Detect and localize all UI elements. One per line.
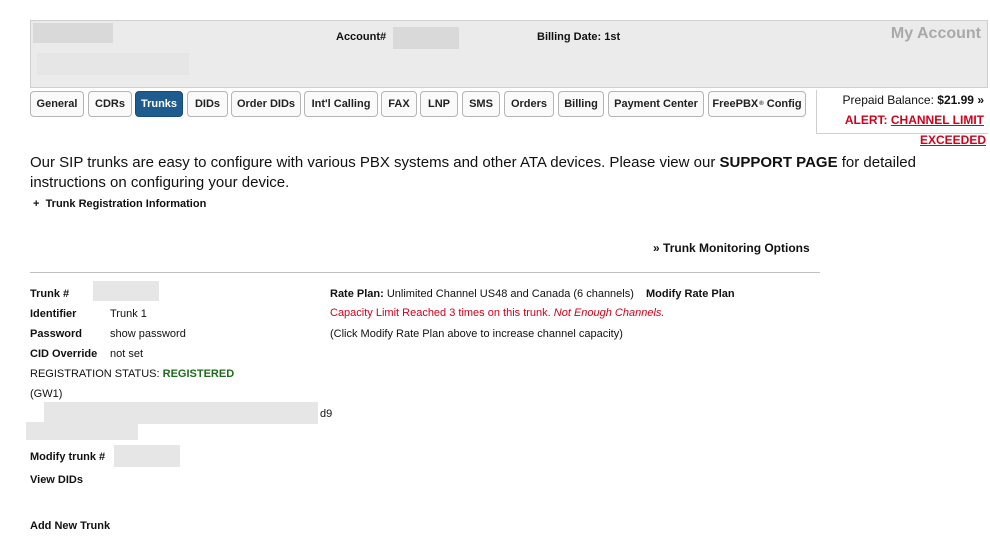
trunk-monitoring-label: Trunk Monitoring Options xyxy=(663,241,810,255)
tab-label: Payment Center xyxy=(614,98,698,110)
trunk-monitoring-link[interactable]: » Trunk Monitoring Options xyxy=(653,241,810,255)
tab-billing[interactable]: Billing xyxy=(558,91,604,117)
redacted-name xyxy=(33,23,113,43)
tab-intl-calling[interactable]: Int'l Calling xyxy=(304,91,378,117)
double-chevron-icon: » xyxy=(653,241,660,255)
tab-cdrs[interactable]: CDRs xyxy=(88,91,132,117)
billing-date: Billing Date: 1st xyxy=(537,31,620,43)
tab-label: DIDs xyxy=(194,98,221,110)
tab-lnp[interactable]: LNP xyxy=(420,91,458,117)
redacted-address-line2 xyxy=(26,422,138,440)
alert-prefix: ALERT: xyxy=(844,113,888,127)
prepaid-balance: Prepaid Balance: $21.99 » xyxy=(843,93,984,107)
add-new-trunk-link[interactable]: Add New Trunk xyxy=(30,520,110,532)
redacted-trunk-number xyxy=(93,281,159,301)
account-number-label: Account# xyxy=(336,31,387,43)
tab-payment-center[interactable]: Payment Center xyxy=(608,91,704,117)
tab-label: Trunks xyxy=(140,98,178,110)
registration-status-label: REGISTRATION STATUS: xyxy=(30,368,160,380)
intro-paragraph: Our SIP trunks are easy to configure wit… xyxy=(30,153,960,193)
redacted-modify-trunk-number xyxy=(114,445,180,467)
tab-label: LNP xyxy=(428,98,450,110)
tab-label: Orders xyxy=(510,98,548,110)
channel-limit-link[interactable]: CHANNEL LIMIT xyxy=(891,113,984,127)
identifier-label: Identifier xyxy=(30,308,77,320)
tab-orders[interactable]: Orders xyxy=(504,91,554,117)
password-label: Password xyxy=(30,328,82,340)
support-page-link[interactable]: SUPPORT PAGE xyxy=(720,154,838,171)
prepaid-balance-amount: $21.99 xyxy=(937,93,974,107)
tab-label: FreePBX xyxy=(712,98,759,110)
cid-override-label: CID Override xyxy=(30,348,98,360)
trunk-registration-toggle[interactable]: + Trunk Registration Information xyxy=(33,198,206,210)
tab-label: Billing xyxy=(564,98,598,110)
modify-rate-plan-link[interactable]: Modify Rate Plan xyxy=(646,288,735,300)
tab-freepbx-config[interactable]: FreePBX ® Config xyxy=(708,91,806,117)
rate-plan-value: Unlimited Channel US48 and Canada (6 cha… xyxy=(386,288,634,300)
tab-label: FAX xyxy=(388,98,410,110)
registration-status: REGISTRATION STATUS: REGISTERED xyxy=(30,368,234,380)
trunk-number-label: Trunk # xyxy=(30,288,70,300)
redacted-address-line1 xyxy=(44,402,318,424)
tab-order-dids[interactable]: Order DIDs xyxy=(231,91,301,117)
rate-plan-hint: (Click Modify Rate Plan above to increas… xyxy=(330,328,623,340)
tab-fax[interactable]: FAX xyxy=(381,91,417,117)
show-password-link[interactable]: show password xyxy=(110,328,186,340)
capacity-warning-emphasis: Not Enough Channels. xyxy=(553,307,665,319)
rate-plan: Rate Plan: Unlimited Channel US48 and Ca… xyxy=(330,288,634,300)
tab-label: Order DIDs xyxy=(236,98,296,110)
billing-date-label: Billing Date: xyxy=(537,31,602,43)
tab-label: General xyxy=(36,98,78,110)
divider xyxy=(30,272,820,273)
registration-status-value: REGISTERED xyxy=(162,368,235,380)
capacity-warning: Capacity Limit Reached 3 times on this t… xyxy=(330,307,664,319)
channel-limit-link-exceeded[interactable]: EXCEEDED xyxy=(920,133,986,147)
tab-label: SMS xyxy=(469,98,493,110)
prepaid-balance-label: Prepaid Balance: xyxy=(842,93,934,107)
balance-panel: Prepaid Balance: $21.99 » ALERT: CHANNEL… xyxy=(816,90,988,134)
tab-dids[interactable]: DIDs xyxy=(187,91,228,117)
my-account-title: My Account xyxy=(890,25,981,42)
tab-label: CDRs xyxy=(95,98,125,110)
plus-icon: + xyxy=(33,198,40,210)
identifier-value: Trunk 1 xyxy=(110,308,147,320)
capacity-warning-text: Capacity Limit Reached 3 times on this t… xyxy=(330,307,554,319)
intro-text-before: Our SIP trunks are easy to configure wit… xyxy=(30,154,720,171)
billing-date-value: 1st xyxy=(604,31,621,43)
view-dids-link[interactable]: View DIDs xyxy=(30,474,83,486)
tab-sms[interactable]: SMS xyxy=(462,91,500,117)
channel-limit-alert: ALERT: CHANNEL LIMIT xyxy=(845,113,984,127)
redacted-address xyxy=(37,53,189,75)
cid-override-value: not set xyxy=(110,348,144,360)
tab-trunks[interactable]: Trunks xyxy=(135,91,183,117)
account-header: Account# Billing Date: 1st My Account xyxy=(30,20,988,88)
balance-arrow-link[interactable]: » xyxy=(977,93,984,107)
address-suffix: d9 xyxy=(320,408,333,420)
trunk-registration-label: Trunk Registration Information xyxy=(45,198,207,210)
gateway-label: (GW1) xyxy=(30,388,63,400)
rate-plan-label: Rate Plan: xyxy=(330,288,384,300)
tab-label: Int'l Calling xyxy=(311,98,371,110)
tab-general[interactable]: General xyxy=(30,91,84,117)
redacted-account-number xyxy=(393,27,459,49)
tab-label-suffix: Config xyxy=(763,98,802,110)
modify-trunk-link[interactable]: Modify trunk # xyxy=(30,451,105,463)
